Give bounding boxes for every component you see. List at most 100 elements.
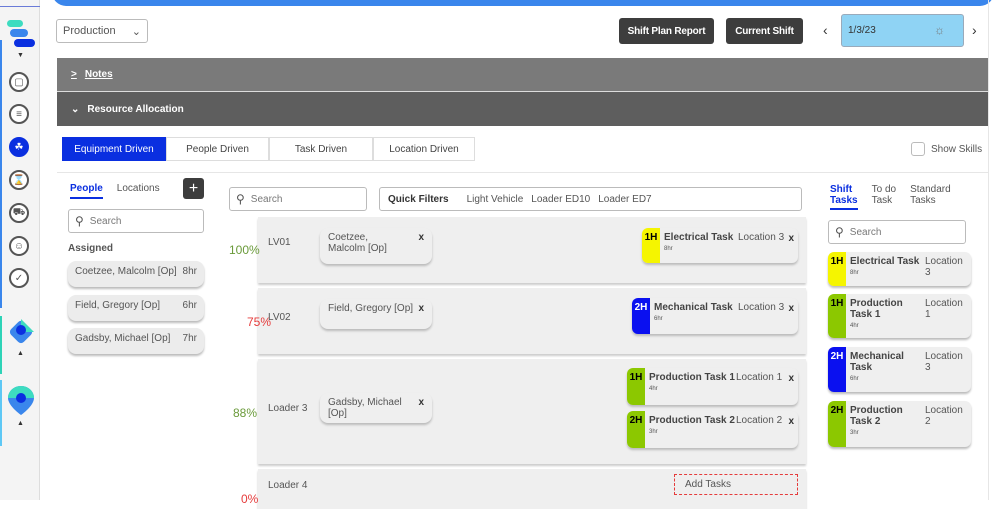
app-logo-icon[interactable]: [7, 20, 35, 48]
show-skills-toggle[interactable]: Show Skills: [911, 142, 982, 156]
add-button[interactable]: +: [183, 178, 204, 199]
shift-plan-report-button[interactable]: Shift Plan Report: [619, 18, 714, 44]
tab-equipment-driven[interactable]: Equipment Driven: [62, 137, 166, 161]
show-skills-checkbox[interactable]: [911, 142, 925, 156]
task-location: Location 1: [736, 372, 783, 383]
resource-allocation-accordion[interactable]: ⌄ Resource Allocation: [57, 92, 988, 126]
quick-filter-loader-ed10[interactable]: Loader ED10: [531, 194, 590, 205]
task-location: Location 3: [925, 351, 963, 373]
left-panel-tabs: People Locations: [70, 183, 160, 199]
remove-icon[interactable]: x: [418, 397, 424, 419]
collapse-up-icon[interactable]: ▲: [17, 350, 24, 357]
location-diamond-icon[interactable]: [7, 318, 35, 346]
priority-badge: 2H: [828, 401, 846, 447]
remove-icon[interactable]: x: [788, 416, 794, 427]
assigned-person-chip[interactable]: Gadsby, Michael [Op] x: [320, 393, 432, 423]
map-pin-icon[interactable]: [7, 384, 35, 416]
shift-task-card[interactable]: 1H Production Task 1 4hr Location 1: [828, 294, 971, 338]
person-item[interactable]: Field, Gregory [Op] 6hr: [68, 295, 204, 321]
task-hours: 6hr: [654, 316, 663, 322]
remove-icon[interactable]: x: [418, 303, 424, 325]
tab-todo-task[interactable]: To do Task: [872, 184, 896, 210]
resource-allocation-label: Resource Allocation: [87, 103, 184, 115]
priority-badge: 2H: [627, 411, 645, 448]
network-icon[interactable]: ☘: [9, 137, 29, 157]
tab-label: Tasks: [910, 195, 936, 206]
task-location: Location 1: [925, 298, 963, 320]
notes-accordion[interactable]: > Notes: [57, 58, 988, 92]
task-hours: 4hr: [649, 386, 658, 392]
tab-people-driven[interactable]: People Driven: [166, 137, 269, 161]
person-icon[interactable]: ☺: [9, 236, 29, 256]
date-picker[interactable]: 1/3/23 ☼: [841, 14, 964, 47]
tab-standard-tasks[interactable]: Standard Tasks: [910, 184, 951, 210]
search-icon: ⚲: [835, 225, 844, 239]
remove-icon[interactable]: x: [418, 232, 424, 260]
task-name: Production Task 2: [850, 405, 903, 427]
rail-stripe: [0, 380, 2, 446]
tab-location-driven[interactable]: Location Driven: [373, 137, 475, 161]
people-search-input[interactable]: ⚲ Search: [68, 209, 204, 233]
quick-filters-label: Quick Filters: [388, 193, 449, 205]
right-border: [988, 0, 989, 500]
equipment-name: LV02: [268, 312, 291, 323]
add-tasks-dropzone[interactable]: Add Tasks: [674, 474, 798, 495]
plant-select[interactable]: Production ⌄: [56, 19, 148, 43]
person-hours: 7hr: [182, 333, 197, 344]
hourglass-icon[interactable]: ⌛: [9, 170, 29, 190]
remove-icon[interactable]: x: [788, 373, 794, 384]
remove-icon[interactable]: x: [788, 303, 794, 314]
next-date-icon[interactable]: ›: [972, 22, 977, 38]
assigned-task-chip[interactable]: 2H Mechanical Task 6hr Location 3 x: [632, 298, 798, 334]
task-hours: 6hr: [850, 376, 859, 382]
search-icon: ⚲: [236, 192, 245, 206]
check-icon[interactable]: ✓: [9, 268, 29, 288]
tab-label: Standard: [910, 184, 951, 195]
chevron-down-icon: ⌄: [71, 103, 80, 115]
shift-task-card[interactable]: 2H Mechanical Task 6hr Location 3: [828, 347, 971, 392]
assigned-task-chip[interactable]: 1H Electrical Task 8hr Location 3 x: [642, 228, 798, 263]
remove-icon[interactable]: x: [788, 233, 794, 244]
rail-stripe: [0, 316, 2, 374]
tab-locations[interactable]: Locations: [117, 183, 160, 199]
task-search-input[interactable]: ⚲ Search: [828, 220, 966, 244]
rail-stripe: [0, 40, 2, 308]
task-hours: 8hr: [664, 246, 673, 252]
tab-label: Tasks: [830, 195, 858, 206]
tab-task-driven[interactable]: Task Driven: [269, 137, 373, 161]
truck-icon[interactable]: ⛟: [9, 203, 29, 223]
equipment-name: LV01: [268, 237, 291, 248]
utilization-percent: 0%: [241, 492, 259, 506]
plant-select-value: Production: [63, 25, 116, 37]
expand-down-icon[interactable]: ▼: [17, 52, 24, 59]
prev-date-icon[interactable]: ‹: [823, 22, 828, 38]
task-hours: 4hr: [850, 323, 859, 329]
assigned-task-chip[interactable]: 1H Production Task 1 4hr Location 1 x: [627, 368, 798, 405]
tab-shift-tasks[interactable]: Shift Tasks: [830, 184, 858, 210]
shift-task-card[interactable]: 1H Electrical Task 8hr Location 3: [828, 252, 971, 286]
shift-task-card[interactable]: 2H Production Task 2 3hr Location 2: [828, 401, 971, 447]
tab-people[interactable]: People: [70, 183, 103, 199]
assigned-person-name: Field, Gregory [Op]: [328, 303, 414, 314]
current-shift-button[interactable]: Current Shift: [726, 18, 803, 44]
assigned-person-name: Gadsby, Michael [Op]: [328, 397, 402, 419]
divider: [57, 172, 988, 173]
assigned-person-chip[interactable]: Field, Gregory [Op] x: [320, 299, 432, 329]
priority-badge: 1H: [828, 294, 846, 338]
person-item[interactable]: Coetzee, Malcolm [Op] 8hr: [68, 261, 204, 287]
assigned-task-chip[interactable]: 2H Production Task 2 3hr Location 2 x: [627, 411, 798, 448]
tab-label: Task: [871, 195, 893, 206]
equipment-name: Loader 3: [268, 403, 308, 414]
collapse-up-icon[interactable]: ▲: [17, 420, 24, 427]
person-item[interactable]: Gadsby, Michael [Op] 7hr: [68, 328, 204, 354]
priority-badge: 1H: [828, 252, 846, 286]
square-icon[interactable]: ▢: [9, 72, 29, 92]
chart-icon[interactable]: ≡: [9, 104, 29, 124]
equipment-search-input[interactable]: ⚲ Search: [229, 187, 367, 211]
people-search-placeholder: Search: [89, 215, 122, 227]
assigned-person-chip[interactable]: Coetzee, Malcolm [Op] x: [320, 228, 432, 264]
task-location: Location 3: [738, 232, 785, 243]
quick-filter-light-vehicle[interactable]: Light Vehicle: [467, 194, 524, 205]
quick-filter-loader-ed7[interactable]: Loader ED7: [598, 194, 651, 205]
shift-sun-icon[interactable]: ☼: [934, 23, 945, 37]
